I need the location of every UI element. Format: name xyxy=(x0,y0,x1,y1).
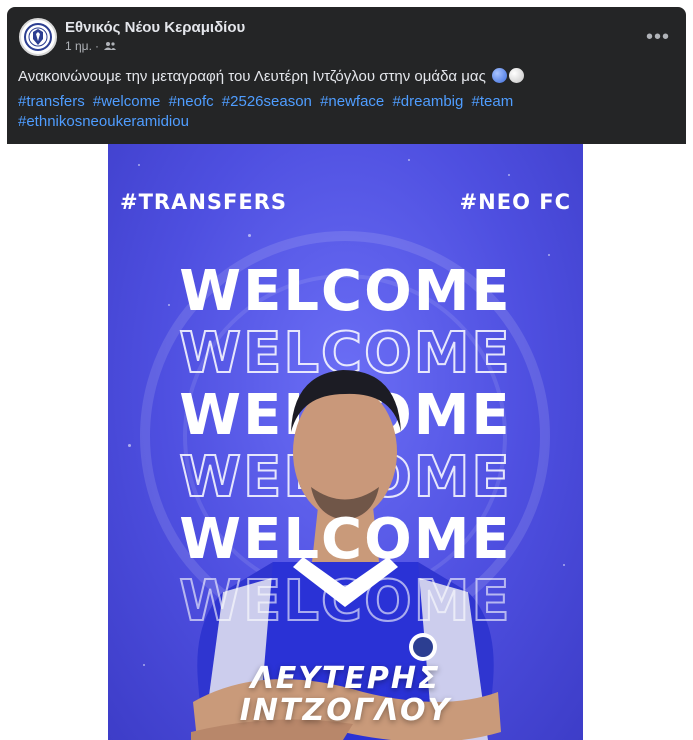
white-circle-emoji-icon xyxy=(508,68,524,83)
welcome-text: WELCOME xyxy=(179,507,512,572)
blue-circle-emoji-icon xyxy=(491,68,507,83)
hashtag-link[interactable]: #transfers xyxy=(18,93,85,110)
transfer-poster-image[interactable]: #TRANSFERS #NEO FC WELCOME WELCOME WELCO… xyxy=(108,144,583,740)
player-last-name: ΙΝΤΖΟΓΛΟΥ xyxy=(239,693,452,728)
welcome-text-outline: WELCOME xyxy=(178,569,512,634)
post-meta: 1 ημ. · xyxy=(65,39,116,53)
friends-icon[interactable] xyxy=(103,41,116,51)
hashtag-link[interactable]: #newface xyxy=(320,93,384,110)
meta-separator: · xyxy=(94,39,99,53)
hashtag-link[interactable]: #ethnikosneoukeramidiou xyxy=(18,113,189,130)
club-crest-icon xyxy=(24,23,52,51)
player-first-name: ΛΕΥΤΕΡΗΣ xyxy=(250,661,441,696)
poster-tag-transfers: #TRANSFERS xyxy=(120,190,288,214)
post-media[interactable]: #TRANSFERS #NEO FC WELCOME WELCOME WELCO… xyxy=(7,144,686,740)
post-message-text: Ανακοινώνουμε την μεταγραφή του Λευτέρη … xyxy=(18,68,486,85)
page-name[interactable]: Εθνικός Νέου Κεραμιδίου xyxy=(65,19,245,36)
hashtag-link[interactable]: #welcome xyxy=(93,93,161,110)
page-avatar[interactable] xyxy=(19,18,57,56)
hashtag-link[interactable]: #dreambig xyxy=(392,93,463,110)
more-options-icon[interactable]: ••• xyxy=(642,21,674,53)
hashtag-link[interactable]: #team xyxy=(472,93,514,110)
hashtag-link[interactable]: #2526season xyxy=(222,93,312,110)
post-timestamp[interactable]: 1 ημ. xyxy=(65,39,92,53)
hashtag-list: #transfers #welcome #neofc #2526season #… xyxy=(18,92,588,132)
poster-tag-neofc: #NEO FC xyxy=(459,190,571,214)
facebook-post: Εθνικός Νέου Κεραμιδίου 1 ημ. · ••• Ανακ… xyxy=(7,7,686,740)
hashtag-link[interactable]: #neofc xyxy=(169,93,214,110)
post-header: Εθνικός Νέου Κεραμιδίου 1 ημ. · ••• xyxy=(7,7,686,67)
post-message: Ανακοινώνουμε την μεταγραφή του Λευτέρη … xyxy=(18,67,673,87)
